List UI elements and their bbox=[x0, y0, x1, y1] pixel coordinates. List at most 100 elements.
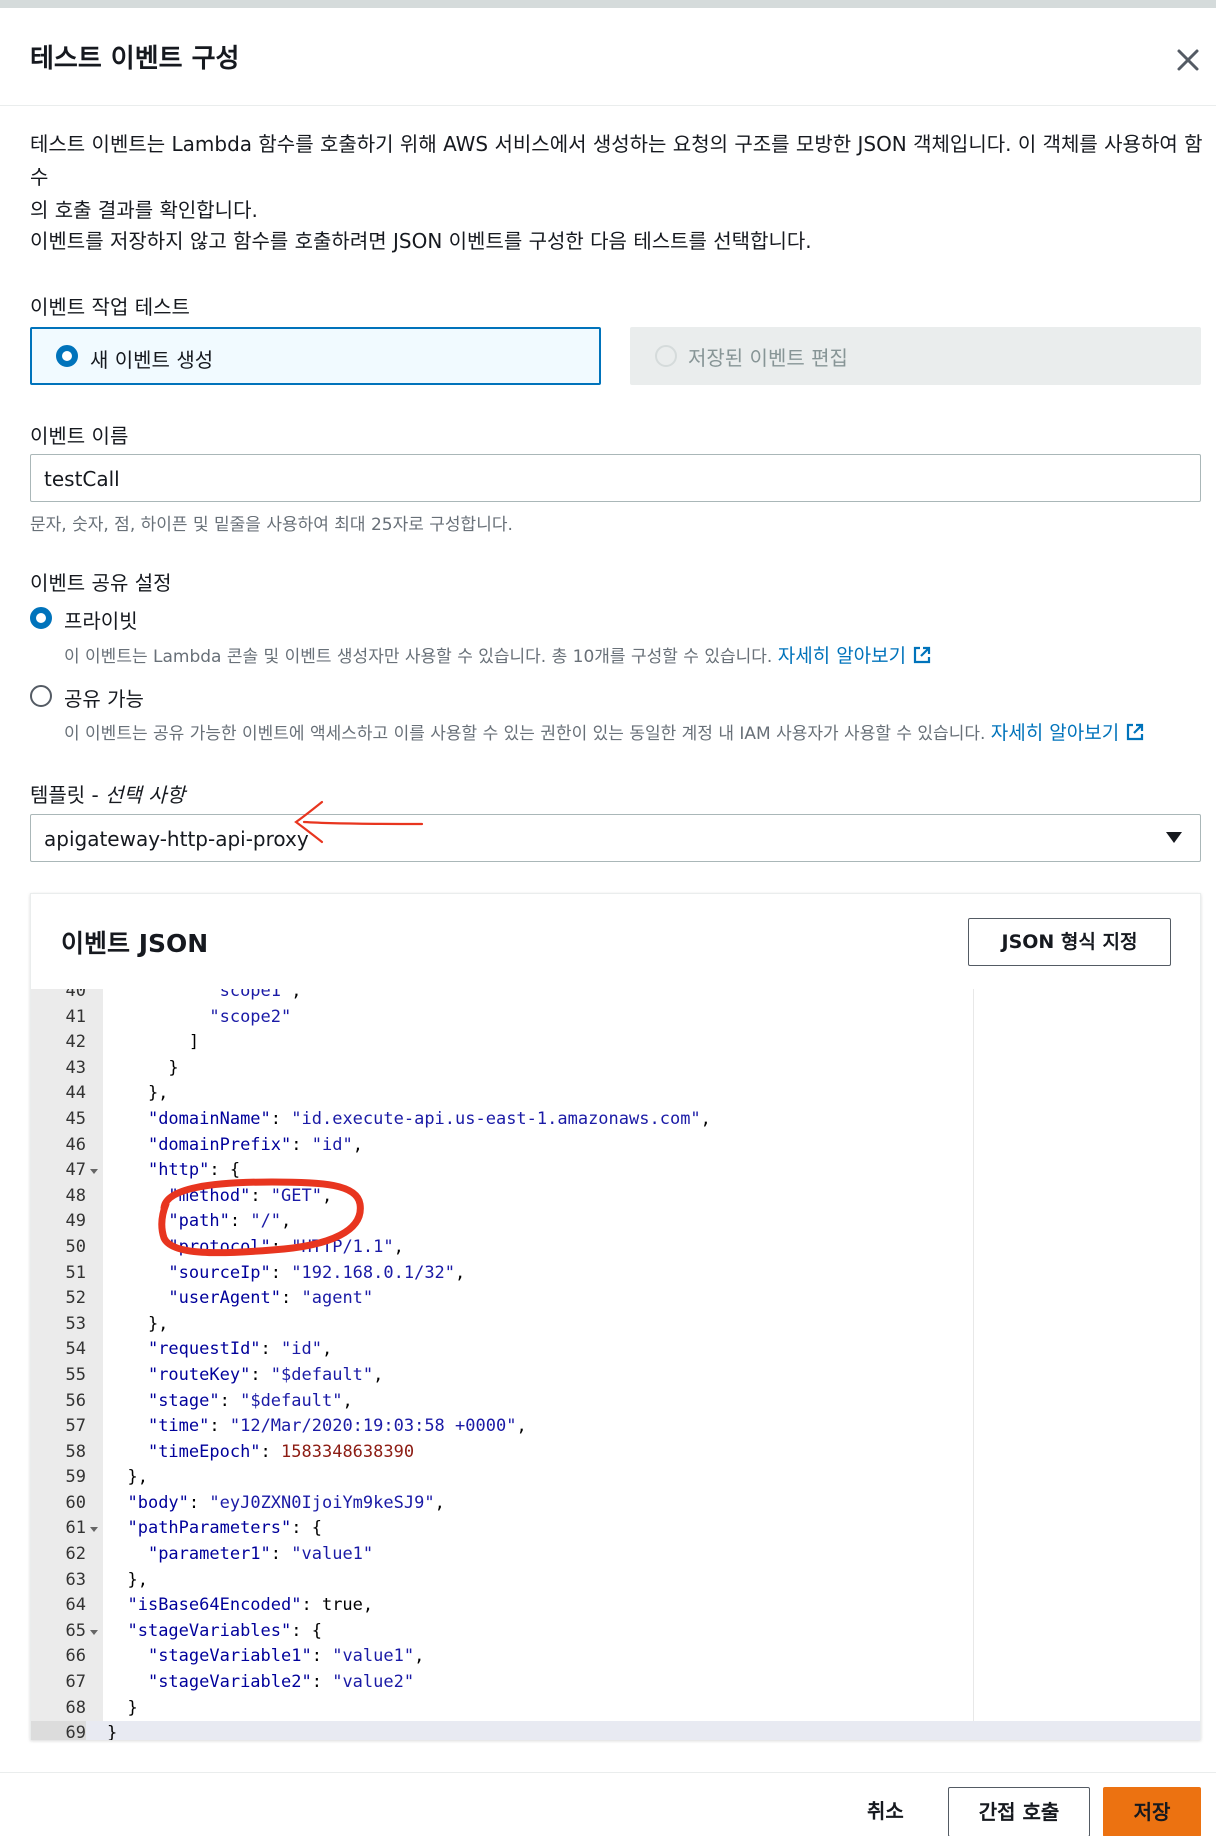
save-button[interactable]: 저장 bbox=[1103, 1787, 1201, 1836]
event-action-label: 이벤트 작업 테스트 bbox=[30, 295, 190, 319]
code-text: }, bbox=[107, 1313, 169, 1334]
code-text: "body": "eyJ0ZXN0IjoiYm9keSJ9", bbox=[127, 1492, 445, 1513]
code-line[interactable]: 60 "body": "eyJ0ZXN0IjoiYm9keSJ9", bbox=[31, 1491, 1200, 1517]
code-text: }, bbox=[107, 1569, 148, 1590]
tile-edit-saved-event-label: 저장된 이벤트 편집 bbox=[688, 346, 848, 370]
private-description: 이 이벤트는 Lambda 콘솔 및 이벤트 생성자만 사용할 수 있습니다. … bbox=[64, 641, 932, 668]
chevron-down-icon[interactable] bbox=[1166, 832, 1182, 843]
tile-edit-saved-event: 저장된 이벤트 편집 bbox=[630, 327, 1201, 385]
code-text: "parameter1": "value1" bbox=[147, 1544, 374, 1565]
code-line[interactable]: 58 "timeEpoch": 1583348638390 bbox=[31, 1440, 1200, 1466]
code-line[interactable]: 55 "routeKey": "$default", bbox=[31, 1363, 1200, 1389]
tile-new-event[interactable]: 새 이벤트 생성 bbox=[30, 327, 601, 385]
close-button[interactable] bbox=[1172, 44, 1204, 76]
code-line[interactable]: 43 } bbox=[31, 1056, 1200, 1082]
code-text: ] bbox=[107, 1032, 200, 1053]
radio-shareable[interactable] bbox=[30, 685, 52, 707]
line-number: 58 bbox=[65, 1441, 86, 1462]
format-json-button[interactable]: JSON 형식 지정 bbox=[968, 918, 1171, 966]
code-line[interactable]: 64 "isBase64Encoded": true, bbox=[31, 1593, 1200, 1619]
code-text: } bbox=[107, 1723, 118, 1740]
code-line[interactable]: 69} bbox=[31, 1721, 1200, 1740]
annotation-highlight-circle bbox=[158, 1178, 364, 1257]
code-line[interactable]: 67 "stageVariable2": "value2" bbox=[31, 1670, 1200, 1696]
line-number: 44 bbox=[65, 1083, 86, 1104]
code-line[interactable]: 45 "domainName": "id.execute-api.us-east… bbox=[31, 1107, 1200, 1133]
code-line[interactable]: 52 "userAgent": "agent" bbox=[31, 1286, 1200, 1312]
code-line[interactable]: 61 "pathParameters": { bbox=[31, 1516, 1200, 1542]
code-line[interactable]: 65 "stageVariables": { bbox=[31, 1619, 1200, 1645]
sharing-label: 이벤트 공유 설정 bbox=[30, 571, 172, 595]
modal-top-strip bbox=[0, 0, 1216, 8]
external-link-icon bbox=[1127, 723, 1144, 741]
code-text: "userAgent": "agent" bbox=[168, 1288, 374, 1309]
code-text: "stage": "$default", bbox=[147, 1390, 353, 1411]
private-learn-more-link[interactable]: 자세히 알아보기 bbox=[778, 645, 932, 667]
private-label[interactable]: 프라이빗 bbox=[64, 605, 138, 634]
code-text: "sourceIp": "192.168.0.1/32", bbox=[168, 1262, 466, 1283]
code-line[interactable]: 63 }, bbox=[31, 1568, 1200, 1594]
line-number: 68 bbox=[65, 1697, 86, 1718]
code-line[interactable]: 62 "parameter1": "value1" bbox=[31, 1542, 1200, 1568]
code-text: "routeKey": "$default", bbox=[147, 1364, 384, 1385]
fold-toggle-icon[interactable] bbox=[90, 1169, 98, 1175]
json-code-editor[interactable]: 40 "scope1", 41 "scope2" 42 ] 43 } 44 }, 45 "… bbox=[31, 989, 1200, 1740]
shareable-learn-more-link[interactable]: 자세히 알아보기 bbox=[991, 722, 1145, 744]
line-number: 53 bbox=[65, 1313, 86, 1334]
tile-new-event-label: 새 이벤트 생성 bbox=[90, 348, 214, 372]
line-number: 67 bbox=[65, 1672, 86, 1693]
code-text: }, bbox=[107, 1467, 148, 1488]
code-text: "domainPrefix": "id", bbox=[147, 1134, 363, 1155]
code-line[interactable]: 56 "stage": "$default", bbox=[31, 1389, 1200, 1415]
line-number: 62 bbox=[65, 1544, 86, 1565]
line-number: 63 bbox=[65, 1569, 86, 1590]
radio-private[interactable] bbox=[30, 607, 52, 629]
code-text: "requestId": "id", bbox=[147, 1339, 333, 1360]
template-select[interactable]: apigateway-http-api-proxy bbox=[30, 814, 1201, 862]
radio-new-event[interactable] bbox=[56, 345, 78, 367]
code-text: "timeEpoch": 1583348638390 bbox=[147, 1441, 415, 1462]
code-text: "isBase64Encoded": true, bbox=[127, 1595, 374, 1616]
modal-title: 테스트 이벤트 구성 bbox=[30, 44, 240, 74]
modal-description: 테스트 이벤트는 Lambda 함수를 호출하기 위해 AWS 서비스에서 생성… bbox=[30, 132, 1203, 222]
code-line[interactable]: 68 } bbox=[31, 1696, 1200, 1722]
code-line[interactable]: 53 }, bbox=[31, 1312, 1200, 1338]
code-line[interactable]: 51 "sourceIp": "192.168.0.1/32", bbox=[31, 1261, 1200, 1287]
event-name-input[interactable]: testCall bbox=[30, 454, 1201, 502]
line-number: 52 bbox=[65, 1288, 86, 1309]
code-line[interactable]: 54 "requestId": "id", bbox=[31, 1337, 1200, 1363]
line-number: 66 bbox=[65, 1646, 86, 1667]
fold-toggle-icon[interactable] bbox=[90, 1527, 98, 1533]
template-label: 템플릿 - 선택 사항 bbox=[30, 783, 186, 807]
code-text: "time": "12/Mar/2020:19:03:58 +0000", bbox=[147, 1416, 527, 1437]
event-name-hint: 문자, 숫자, 점, 하이픈 및 밑줄을 사용하여 최대 25자로 구성합니다. bbox=[30, 515, 513, 535]
modal-description-2: 이벤트를 저장하지 않고 함수를 호출하려면 JSON 이벤트를 구성한 다음 … bbox=[30, 229, 812, 253]
shareable-label[interactable]: 공유 가능 bbox=[64, 683, 144, 712]
line-number: 60 bbox=[65, 1492, 86, 1513]
line-number: 51 bbox=[65, 1262, 86, 1283]
line-number: 40 bbox=[65, 989, 86, 1001]
line-number: 54 bbox=[65, 1339, 86, 1360]
code-line[interactable]: 66 "stageVariable1": "value1", bbox=[31, 1644, 1200, 1670]
line-number: 46 bbox=[65, 1134, 86, 1155]
code-line[interactable]: 41 "scope2" bbox=[31, 1005, 1200, 1031]
code-text: "stageVariables": { bbox=[127, 1620, 322, 1641]
modal-header: 테스트 이벤트 구성 bbox=[0, 8, 1216, 106]
code-text: "stageVariable2": "value2" bbox=[147, 1672, 415, 1693]
code-text: "scope1", bbox=[209, 989, 302, 1001]
code-text: "scope2" bbox=[209, 1006, 292, 1027]
code-text: "stageVariable1": "value1", bbox=[147, 1646, 425, 1667]
code-line[interactable]: 46 "domainPrefix": "id", bbox=[31, 1133, 1200, 1159]
event-json-panel: 이벤트 JSON JSON 형식 지정 40 "scope1", 41 "scop… bbox=[30, 893, 1201, 1740]
invoke-button[interactable]: 간접 호출 bbox=[948, 1787, 1090, 1836]
code-line[interactable]: 42 ] bbox=[31, 1030, 1200, 1056]
line-number: 49 bbox=[65, 1211, 86, 1232]
event-name-label: 이벤트 이름 bbox=[30, 424, 129, 448]
code-line[interactable]: 59 }, bbox=[31, 1465, 1200, 1491]
code-line[interactable]: 44 }, bbox=[31, 1081, 1200, 1107]
code-line[interactable]: 40 "scope1", bbox=[31, 989, 1200, 1005]
code-text: } bbox=[107, 1057, 179, 1078]
fold-toggle-icon[interactable] bbox=[90, 1629, 98, 1635]
code-line[interactable]: 57 "time": "12/Mar/2020:19:03:58 +0000", bbox=[31, 1414, 1200, 1440]
cancel-button[interactable]: 취소 bbox=[867, 1795, 904, 1824]
